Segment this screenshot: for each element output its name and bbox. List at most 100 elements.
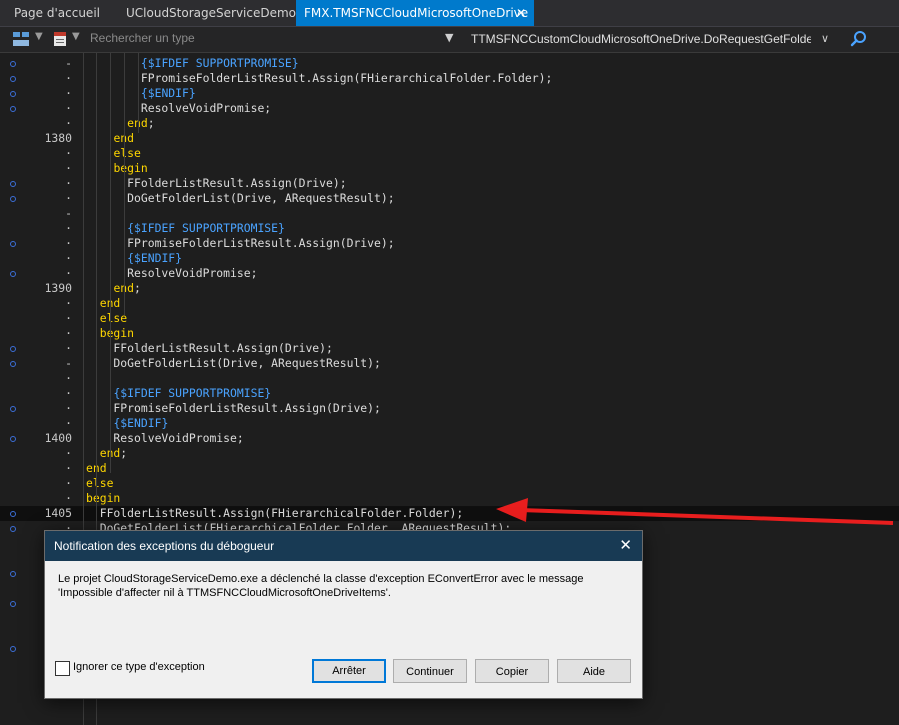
structure-view-icon[interactable] — [12, 31, 30, 47]
breakpoint-marker-icon[interactable] — [10, 511, 16, 517]
code-text: else — [86, 311, 127, 326]
line-number: 1400 — [44, 431, 72, 445]
directive-token: {$ENDIF} — [140, 86, 196, 100]
breakpoint-marker-icon[interactable] — [10, 406, 16, 412]
breakpoint-marker-icon[interactable] — [10, 526, 16, 532]
code-text: end; — [86, 446, 127, 461]
code-line[interactable]: 1400 ResolveVoidPromise; — [0, 431, 899, 446]
breakpoint-marker-icon[interactable] — [10, 571, 16, 577]
code-line[interactable]: - {$IFDEF SUPPORTPROMISE} — [0, 56, 899, 71]
method-selector-value: TTMSFNCCustomCloudMicrosoftOneDrive.DoRe… — [471, 32, 811, 46]
breakpoint-marker-icon[interactable] — [10, 181, 16, 187]
code-line[interactable]: · begin — [0, 161, 899, 176]
code-text: FFolderListResult.Assign(Drive); — [86, 341, 332, 356]
close-icon[interactable]: ✕ — [619, 536, 632, 554]
breakpoint-marker-icon[interactable] — [10, 106, 16, 112]
code-text: {$ENDIF} — [86, 416, 168, 431]
chevron-down-icon[interactable]: ▼ — [445, 31, 453, 44]
code-line[interactable]: · end; — [0, 446, 899, 461]
breakpoint-marker-icon[interactable] — [10, 601, 16, 607]
code-text: FPromiseFolderListResult.Assign(Drive); — [86, 236, 394, 251]
method-selector[interactable]: ▼ TTMSFNCCustomCloudMicrosoftOneDrive.Do… — [445, 29, 841, 50]
chevron-down-icon[interactable]: ▼ — [35, 31, 43, 42]
breakpoint-marker-icon[interactable] — [10, 271, 16, 277]
breakpoint-marker-icon[interactable] — [10, 61, 16, 67]
breakpoint-marker-icon[interactable] — [10, 76, 16, 82]
code-line[interactable]: · {$ENDIF} — [0, 416, 899, 431]
search-icon[interactable] — [850, 30, 868, 48]
code-text: end — [86, 296, 121, 311]
code-line[interactable]: · {$IFDEF SUPPORTPROMISE} — [0, 221, 899, 236]
code-line[interactable]: · FFolderListResult.Assign(Drive); — [0, 176, 899, 191]
ignore-exception-label[interactable]: Ignorer ce type d'exception — [73, 661, 205, 673]
code-line[interactable]: - — [0, 206, 899, 221]
code-line[interactable]: · DoGetFolderList(Drive, ARequestResult)… — [0, 191, 899, 206]
dialog-title-bar[interactable]: Notification des exceptions du débogueur… — [45, 531, 642, 561]
chevron-down-icon[interactable]: ▼ — [72, 31, 80, 42]
code-line[interactable]: · else — [0, 146, 899, 161]
code-line[interactable]: · ResolveVoidPromise; — [0, 266, 899, 281]
code-line[interactable]: - DoGetFolderList(Drive, ARequestResult)… — [0, 356, 899, 371]
tab-ucloudstorageservicedemo[interactable]: UCloudStorageServiceDemo — [112, 0, 296, 26]
code-line[interactable]: · else — [0, 476, 899, 491]
code-line[interactable]: · end — [0, 296, 899, 311]
copy-button[interactable]: Copier — [475, 659, 549, 683]
dialog-message: Le projet CloudStorageServiceDemo.exe a … — [58, 573, 584, 599]
breakpoint-marker-icon[interactable] — [10, 91, 16, 97]
code-line[interactable]: · FPromiseFolderListResult.Assign(Drive)… — [0, 401, 899, 416]
line-number: · — [65, 161, 72, 175]
line-number: · — [65, 296, 72, 310]
code-line[interactable]: · begin — [0, 326, 899, 341]
code-token: FPromiseFolderListResult.Assign(Drive); — [86, 401, 381, 415]
code-line[interactable]: · FPromiseFolderListResult.Assign(FHiera… — [0, 71, 899, 86]
line-number: · — [65, 146, 72, 160]
breakpoint-marker-icon[interactable] — [10, 646, 16, 652]
code-line[interactable] — [0, 701, 899, 716]
close-tab-icon[interactable]: ✕ — [516, 0, 526, 26]
code-line[interactable]: ·end — [0, 461, 899, 476]
code-line[interactable] — [0, 716, 899, 725]
code-line[interactable]: 1405 FFolderListResult.Assign(FHierarchi… — [0, 506, 899, 521]
tab-bar: Page d'accueil UCloudStorageServiceDemo … — [0, 0, 899, 27]
tab-label: Page d'accueil — [14, 6, 100, 20]
breakpoint-marker-icon[interactable] — [10, 196, 16, 202]
code-line[interactable]: · {$ENDIF} — [0, 251, 899, 266]
continue-button[interactable]: Continuer — [393, 659, 467, 683]
breakpoint-marker-icon[interactable] — [10, 436, 16, 442]
chevron-down-icon[interactable]: ∨ — [821, 32, 829, 45]
tab-fmx-onedrive[interactable]: FMX.TMSFNCCloudMicrosoftOneDrive ✕ — [296, 0, 534, 26]
type-search-input[interactable]: Rechercher un type — [90, 31, 195, 45]
breakpoint-marker-icon[interactable] — [10, 241, 16, 247]
breakpoint-marker-icon[interactable] — [10, 361, 16, 367]
line-number: · — [65, 236, 72, 250]
code-token: FFolderListResult.Assign(Drive); — [86, 176, 347, 190]
line-number: · — [65, 191, 72, 205]
code-line[interactable]: · FPromiseFolderListResult.Assign(Drive)… — [0, 236, 899, 251]
line-number: · — [65, 476, 72, 490]
code-line[interactable]: 1390 end; — [0, 281, 899, 296]
code-line[interactable]: · {$ENDIF} — [0, 86, 899, 101]
unit-icon[interactable] — [52, 31, 70, 47]
code-line[interactable]: · else — [0, 311, 899, 326]
tab-page-accueil[interactable]: Page d'accueil — [0, 0, 112, 26]
code-line[interactable]: · FFolderListResult.Assign(Drive); — [0, 341, 899, 356]
code-text: begin — [86, 491, 120, 506]
code-token: ; — [120, 446, 128, 460]
code-line[interactable]: · {$IFDEF SUPPORTPROMISE} — [0, 386, 899, 401]
code-line[interactable]: · begin — [0, 491, 899, 506]
code-line[interactable]: 1380 end — [0, 131, 899, 146]
line-number: - — [65, 56, 72, 70]
code-text: FFolderListResult.Assign(FHierarchicalFo… — [86, 506, 463, 521]
code-line[interactable]: · ResolveVoidPromise; — [0, 101, 899, 116]
code-token: FFolderListResult.Assign(FHierarchicalFo… — [86, 506, 464, 520]
help-button[interactable]: Aide — [557, 659, 631, 683]
code-line[interactable]: · end; — [0, 116, 899, 131]
stop-button[interactable]: Arrêter — [312, 659, 386, 683]
breakpoint-marker-icon[interactable] — [10, 346, 16, 352]
code-line[interactable]: · — [0, 371, 899, 386]
ignore-exception-checkbox[interactable] — [55, 661, 70, 676]
code-token: DoGetFolderList(Drive, ARequestResult); — [86, 356, 381, 370]
code-token: DoGetFolderList(Drive, ARequestResult); — [86, 191, 395, 205]
